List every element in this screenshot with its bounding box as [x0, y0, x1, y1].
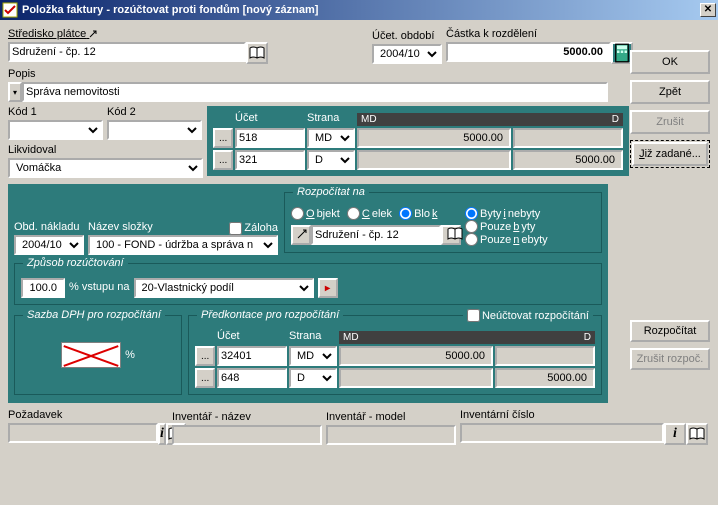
pred-row1-ucet[interactable] [217, 346, 287, 366]
pred-row1-lookup[interactable]: ... [195, 346, 215, 366]
strana-header: Strana [307, 112, 355, 124]
sazba-fieldset: Sazba DPH pro rozpočítání % [14, 315, 182, 395]
ucet-obdobi-select[interactable]: 2004/10 [372, 44, 442, 64]
castka-input[interactable] [446, 42, 611, 62]
neuctovat-checkbox-label[interactable]: Neúčtovat rozpočítání [463, 309, 593, 322]
kod1-label: Kód 1 [8, 106, 103, 118]
acct-row2-strana[interactable]: D [307, 150, 355, 170]
target-link-button[interactable] [291, 225, 311, 245]
kod2-select[interactable] [107, 120, 202, 140]
predkontace-fieldset: Předkontace pro rozpočítání Neúčtovat ro… [188, 315, 602, 395]
acct-row2-lookup[interactable]: ... [213, 150, 233, 170]
target-input[interactable] [311, 225, 441, 245]
jiz-zadane-button[interactable]: Již zadané... [632, 142, 708, 166]
popis-label: Popis [8, 68, 608, 80]
radio-pouze-byty[interactable]: Pouze byty [465, 220, 548, 233]
stredisko-label: Středisko plátce [8, 28, 268, 40]
ucet-obdobi-label: Účet. období [372, 30, 442, 42]
acct-row2-d [513, 150, 623, 170]
pred-row2-strana[interactable]: D [289, 368, 337, 388]
pred-row2-ucet[interactable] [217, 368, 287, 388]
radio-celek[interactable]: Celek [347, 207, 392, 220]
acct-row1-md [357, 128, 511, 148]
ok-button[interactable]: OK [630, 50, 710, 74]
kod2-label: Kód 2 [107, 106, 202, 118]
likvidoval-select[interactable]: Vomáčka [8, 158, 203, 178]
metoda-go-button[interactable]: ▸ [318, 278, 338, 298]
nazev-slozky-label: Název složky [88, 221, 153, 233]
sazba-crossed [61, 342, 121, 368]
zaloha-checkbox[interactable] [229, 222, 242, 235]
right-button-panel: OK Zpět Zrušit Již zadané... [630, 50, 710, 168]
neuctovat-checkbox[interactable] [467, 309, 480, 322]
acct-row1-strana[interactable]: MD [307, 128, 355, 148]
sazba-pct-label: % [125, 349, 135, 361]
radio-objekt[interactable]: Objekt [291, 207, 340, 220]
zrusit-rozpoc-button[interactable]: Zrušit rozpoč. [630, 348, 710, 370]
inv-model-label: Inventář - model [326, 411, 456, 423]
pred-row2-d [495, 368, 595, 388]
stredisko-lookup-button[interactable] [246, 42, 268, 64]
zrusit-button[interactable]: Zrušit [630, 110, 710, 134]
rozpocitat-button[interactable]: Rozpočítat [630, 320, 710, 342]
pred-row1-md [339, 346, 493, 366]
pred-row1-strana[interactable]: MD [289, 346, 337, 366]
inv-info-button[interactable]: i [664, 423, 686, 445]
md-d-header: MD D [357, 113, 623, 126]
titlebar: Položka faktury - rozúčtovat proti fondů… [0, 0, 718, 20]
inv-cislo-label: Inventární číslo [460, 409, 708, 421]
castka-label: Částka k rozdělení [446, 28, 556, 40]
radio-blok[interactable]: Blok [399, 207, 437, 220]
popis-input[interactable] [22, 82, 608, 102]
zpet-button[interactable]: Zpět [630, 80, 710, 104]
zaloha-checkbox-label[interactable]: Záloha [229, 222, 278, 235]
pred-row2-lookup[interactable]: ... [195, 368, 215, 388]
pct-input[interactable] [21, 278, 65, 298]
obd-nakladu-label: Obd. nákladu [14, 221, 84, 233]
pozadavek-label: Požadavek [8, 409, 168, 421]
stredisko-input[interactable] [8, 42, 246, 62]
inv-nazev-label: Inventář - název [172, 411, 322, 423]
info-icon: i [673, 426, 677, 442]
ucet-header: Účet [235, 112, 305, 124]
radio-byty-nebyty[interactable]: Byty i nebyty [465, 207, 548, 220]
info-icon: i [160, 426, 164, 442]
pred-row2-md [339, 368, 493, 388]
pred-row1-d [495, 346, 595, 366]
obd-nakladu-select[interactable]: 2004/10 [14, 235, 84, 255]
inv-model-input[interactable] [326, 425, 456, 445]
nazev-slozky-select[interactable]: 100 - FOND - údržba a správa n [88, 235, 278, 255]
radio-pouze-nebyty[interactable]: Pouze nebyty [465, 233, 548, 246]
pozadavek-info-button[interactable]: i [158, 423, 166, 445]
inv-cislo-input[interactable] [460, 423, 664, 443]
inv-book-button[interactable] [686, 423, 708, 445]
inv-nazev-input[interactable] [172, 425, 322, 445]
acct-row2-md [357, 150, 511, 170]
likvidoval-label: Likvidoval [8, 144, 203, 156]
window-title: Položka faktury - rozúčtovat proti fondů… [22, 4, 318, 16]
pozadavek-input[interactable] [8, 423, 158, 443]
pct-label: % vstupu na [69, 281, 130, 293]
zpusob-fieldset: Způsob rozúčtování % vstupu na 20-Vlastn… [14, 263, 602, 305]
app-icon [2, 2, 18, 18]
kod1-select[interactable] [8, 120, 103, 140]
popis-dropdown-button[interactable]: ▾ [8, 82, 22, 102]
acct-row2-ucet[interactable] [235, 150, 305, 170]
close-button[interactable]: ✕ [700, 3, 716, 17]
acct-row1-d [513, 128, 623, 148]
acct-row1-ucet[interactable] [235, 128, 305, 148]
rozpocitat-na-fieldset: Rozpočítat na Objekt Celek Blok [284, 192, 602, 253]
metoda-select[interactable]: 20-Vlastnický podíl [134, 278, 314, 298]
target-lookup-button[interactable] [441, 225, 461, 245]
acct-row1-lookup[interactable]: ... [213, 128, 233, 148]
